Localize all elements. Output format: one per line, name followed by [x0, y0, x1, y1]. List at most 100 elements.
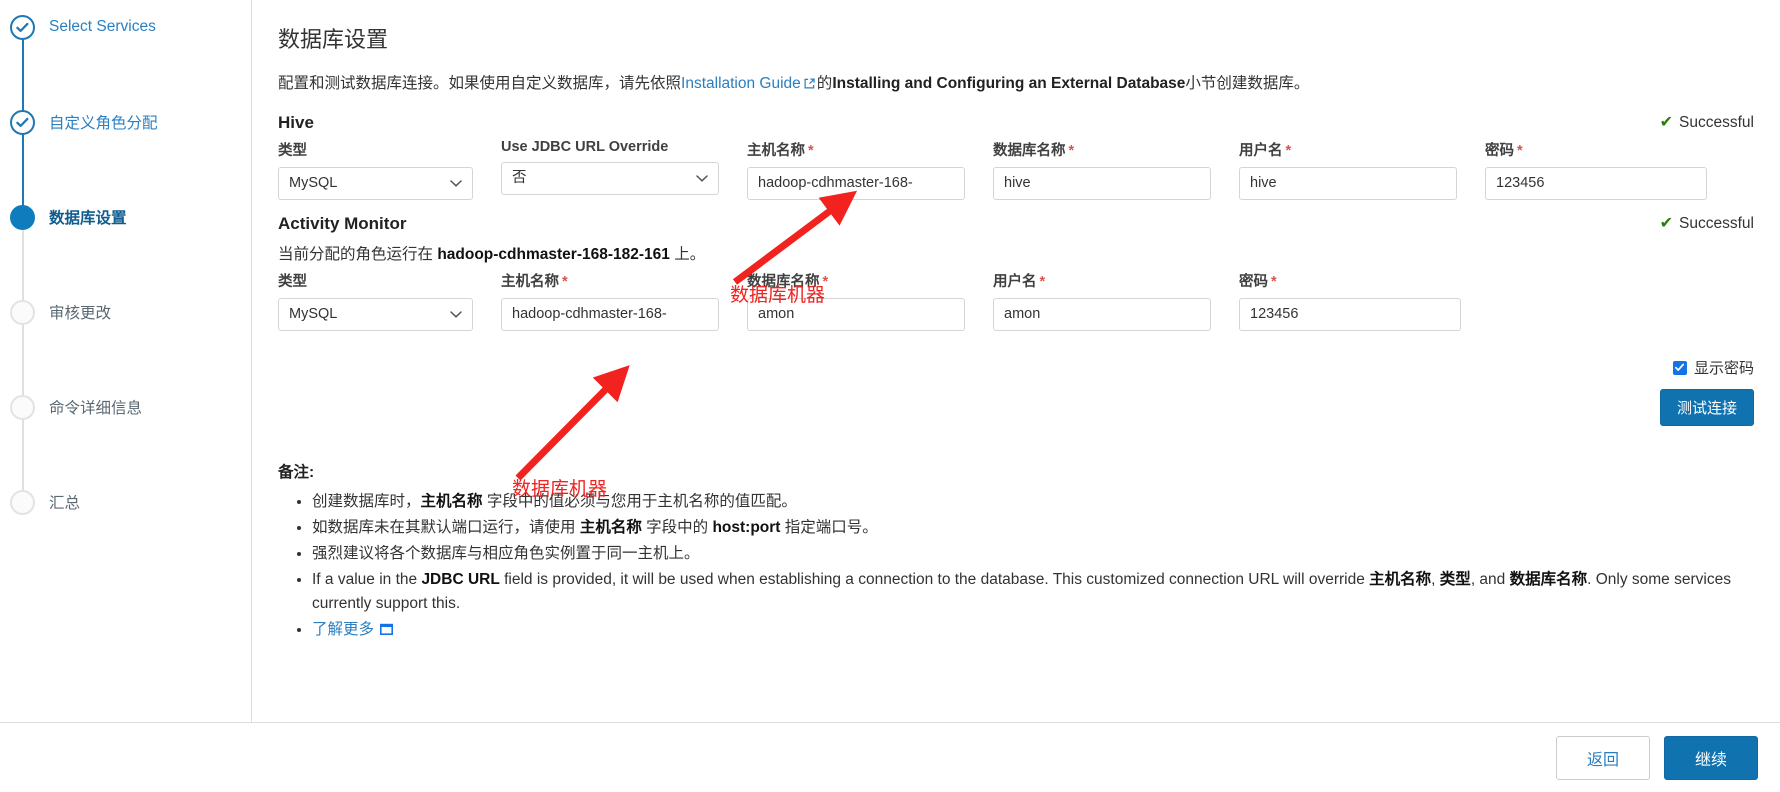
required-marker: * [1039, 274, 1046, 291]
sidebar-item-label: 汇总 [49, 495, 81, 512]
activity-monitor-status-badge: ✔ Successful [1660, 215, 1754, 233]
hive-hostname-input[interactable]: hadoop-cdhmaster-168- [747, 167, 965, 201]
note-text: , [1431, 571, 1440, 589]
note-item: 创建数据库时，主机名称 字段中的值必须与您用于主机名称的值匹配。 [312, 490, 1754, 514]
sidebar-item-select-services[interactable]: Select Services [0, 10, 156, 44]
page-title: 数据库设置 [278, 27, 389, 52]
field-label: 密码 * [1485, 139, 1707, 160]
chevron-down-icon [450, 168, 462, 199]
popout-window-icon [380, 623, 394, 636]
am-dbname-input[interactable]: amon [747, 298, 965, 332]
pending-step-circle-icon [10, 489, 35, 515]
checkbox-checked-icon[interactable] [1672, 360, 1687, 375]
activity-monitor-status-label: Successful [1679, 215, 1754, 233]
required-marker: * [562, 274, 568, 291]
am-field-username: 用户名 * amon [993, 270, 1211, 332]
activity-monitor-section-header: Activity Monitor ✔ Successful [278, 214, 1754, 234]
required-marker: * [1068, 143, 1075, 160]
hive-field-hostname: 主机名称 * hadoop-cdhmaster-168- [747, 139, 965, 201]
hive-field-dbname: 数据库名称 * hive [993, 139, 1211, 201]
hive-jdbc-override-value: 否 [512, 170, 527, 187]
note-text: If a value in the [312, 571, 422, 589]
label-text: 类型 [278, 143, 307, 160]
hive-field-password: 密码 * 123456 [1485, 139, 1707, 201]
hive-field-username: 用户名 * hive [1239, 139, 1457, 201]
show-password-toggle[interactable]: 显示密码 [1672, 357, 1754, 378]
hive-status-label: Successful [1679, 114, 1754, 132]
sidebar-item-summary[interactable]: 汇总 [0, 485, 80, 519]
label-text: 密码 [1239, 274, 1268, 291]
main-content: 数据库设置 配置和测试数据库连接。如果使用自定义数据库，请先依照Installa… [252, 0, 1780, 722]
intro-bold-text: Installing and Configuring an External D… [832, 75, 1186, 92]
wizard-footer: 返回 继续 [0, 722, 1780, 792]
sidebar-item-review-changes[interactable]: 审核更改 [0, 295, 111, 329]
sidebar-item-label: Select Services [49, 18, 156, 35]
label-text: 数据库名称 [747, 274, 820, 291]
am-type-value: MySQL [289, 306, 338, 323]
am-field-type: 类型 MySQL [278, 270, 473, 332]
note-text: 指定端口号。 [780, 519, 878, 537]
hive-type-select[interactable]: MySQL [278, 167, 473, 201]
test-connection-button[interactable]: 测试连接 [1659, 389, 1754, 427]
am-type-select[interactable]: MySQL [278, 298, 473, 332]
check-circle-icon [10, 109, 35, 135]
notes-title: 备注: [278, 464, 315, 482]
check-circle-icon [10, 14, 35, 40]
required-marker: * [1517, 143, 1523, 160]
am-field-password: 密码 * 123456 [1239, 270, 1461, 332]
form-tools: 显示密码 测试连接 [278, 357, 1754, 427]
label-text: 用户名 [993, 274, 1037, 291]
back-button[interactable]: 返回 [1555, 735, 1650, 780]
note-text: field is provided, it will be used when … [499, 571, 1370, 589]
field-label: 数据库名称 * [747, 270, 965, 291]
pending-step-circle-icon [10, 299, 35, 325]
external-link-icon [804, 78, 815, 89]
installation-guide-link[interactable]: Installation Guide [681, 75, 801, 92]
field-label: 密码 * [1239, 270, 1461, 291]
am-hostname-input[interactable]: hadoop-cdhmaster-168- [501, 298, 719, 332]
note-bold: 主机名称 [420, 493, 483, 511]
label-text: 主机名称 [501, 274, 559, 291]
hive-dbname-input[interactable]: hive [993, 167, 1211, 201]
hive-username-input[interactable]: hive [1239, 167, 1457, 201]
note-text: 字段中的 [641, 519, 713, 537]
note-text: 创建数据库时， [312, 493, 421, 511]
note-text: 强烈建议将各个数据库与相应角色实例置于同一主机上。 [312, 545, 700, 563]
note-bold: 主机名称 [1369, 571, 1432, 589]
hive-section-header: Hive ✔ Successful [278, 113, 1754, 133]
hive-password-input[interactable]: 123456 [1485, 167, 1707, 201]
am-password-input[interactable]: 123456 [1239, 298, 1461, 332]
continue-button[interactable]: 继续 [1663, 735, 1758, 780]
hive-type-value: MySQL [289, 175, 338, 192]
required-marker: * [1285, 143, 1292, 160]
field-label: 类型 [278, 270, 473, 291]
note-item: If a value in the JDBC URL field is prov… [312, 568, 1754, 616]
sidebar-item-label: 审核更改 [49, 305, 112, 322]
label-text: 密码 [1485, 143, 1514, 160]
label-text: 用户名 [1239, 143, 1283, 160]
am-username-input[interactable]: amon [993, 298, 1211, 332]
required-marker: * [822, 274, 829, 291]
field-label: Use JDBC URL Override [501, 139, 719, 155]
learn-more-link[interactable]: 了解更多 [312, 621, 374, 638]
sidebar-item-database-setup[interactable]: 数据库设置 [0, 200, 127, 234]
hive-section-title: Hive [278, 113, 314, 133]
label-text: Use JDBC URL Override [501, 139, 669, 156]
note-bold: 主机名称 [579, 519, 642, 537]
activity-monitor-section-title: Activity Monitor [278, 214, 407, 234]
field-label: 用户名 * [993, 270, 1211, 291]
note-bold: 类型 [1439, 571, 1471, 589]
sidebar-item-label: 自定义角色分配 [49, 115, 158, 132]
required-marker: * [1271, 274, 1277, 291]
sidebar-item-command-details[interactable]: 命令详细信息 [0, 390, 142, 424]
sidebar-item-role-assignment[interactable]: 自定义角色分配 [0, 105, 158, 139]
hive-jdbc-override-select[interactable]: 否 [501, 162, 719, 196]
show-password-label: 显示密码 [1693, 360, 1754, 378]
label-text: 类型 [278, 274, 307, 291]
note-bold: JDBC URL [421, 571, 500, 589]
chevron-down-icon [696, 163, 708, 194]
intro-text-3: 小节创建数据库。 [1185, 75, 1310, 92]
hive-field-jdbc-override: Use JDBC URL Override 否 [501, 139, 719, 196]
note-text: 如数据库未在其默认端口运行，请使用 [312, 519, 580, 537]
note-item: 如数据库未在其默认端口运行，请使用 主机名称 字段中的 host:port 指定… [312, 516, 1754, 540]
